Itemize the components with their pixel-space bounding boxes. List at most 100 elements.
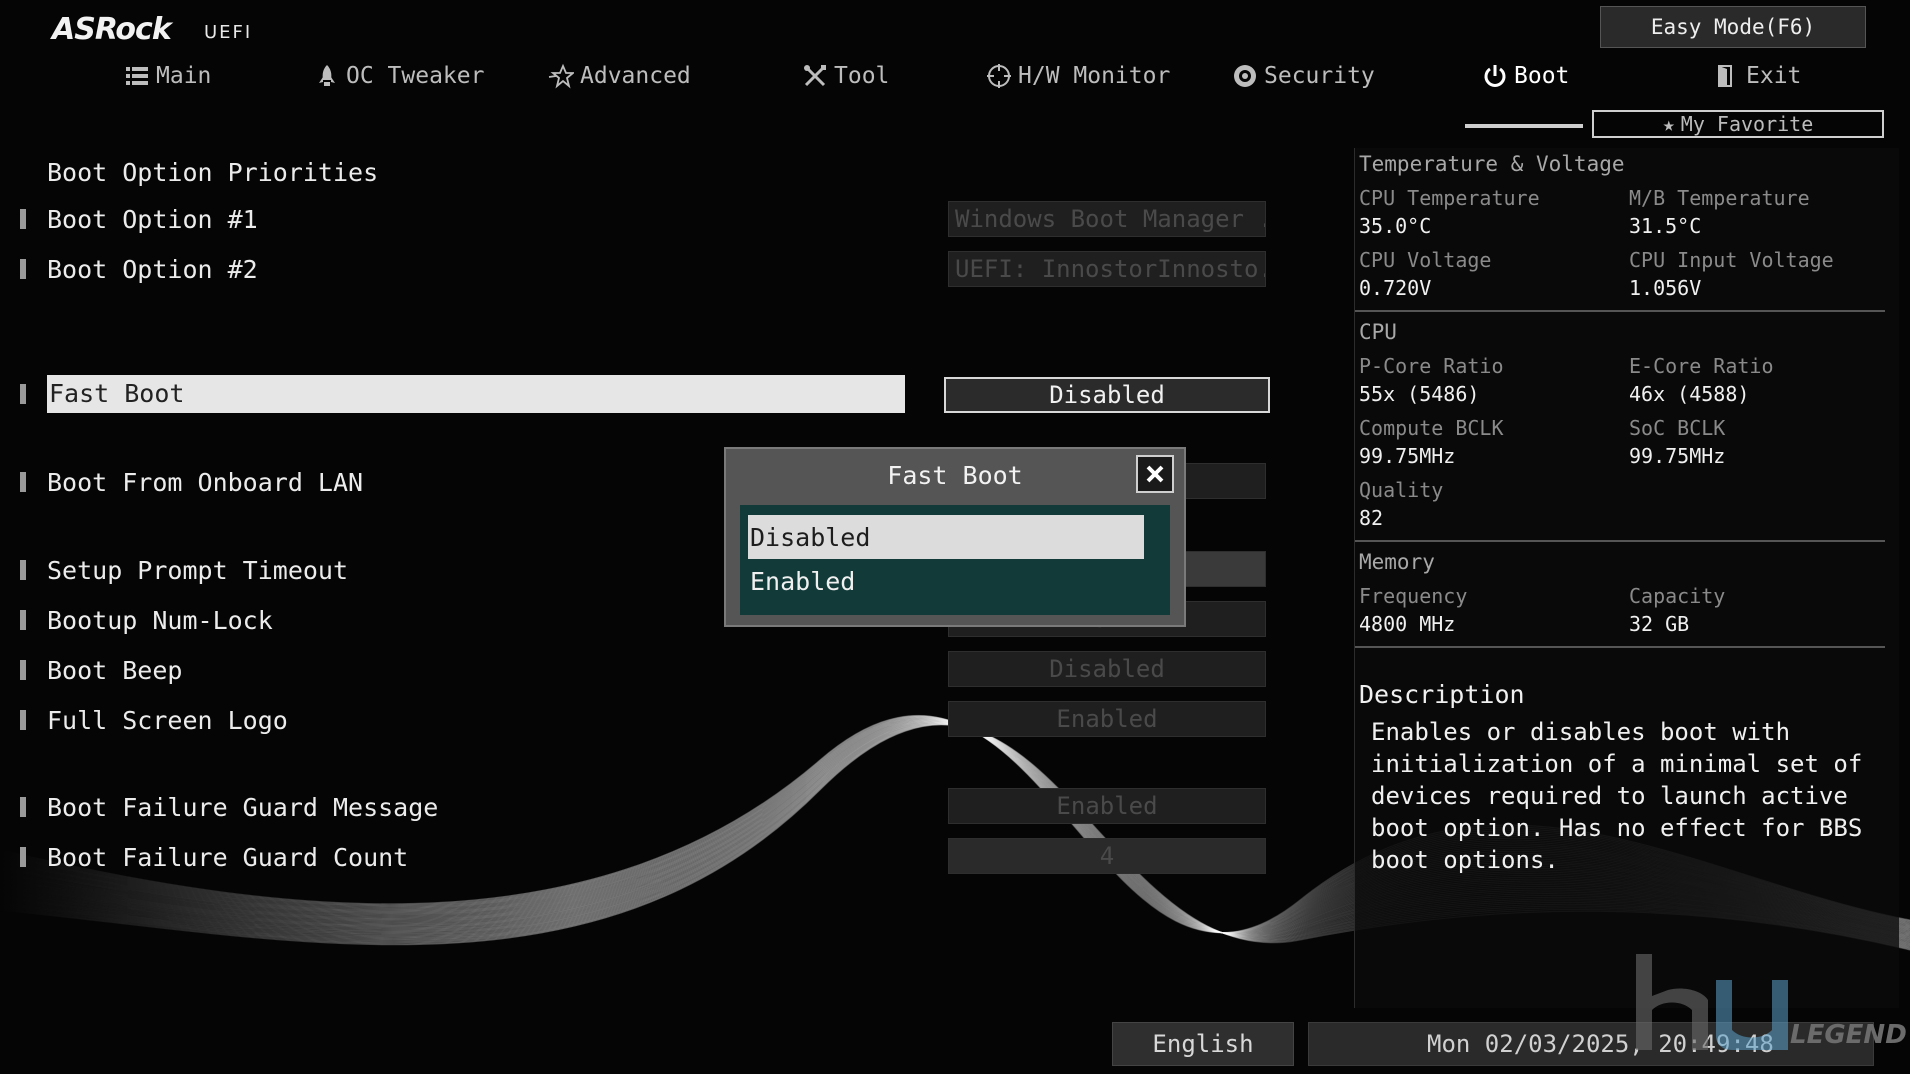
bullet-icon: [20, 797, 26, 817]
value-boot-option-1[interactable]: Windows Boot Manager ...: [948, 201, 1266, 237]
setting-fast-boot[interactable]: Fast Boot: [20, 375, 905, 413]
bullet-icon: [20, 384, 26, 404]
cpu-voltage-value: 0.720V: [1359, 276, 1432, 300]
crosshair-icon: [987, 64, 1011, 88]
star-icon: [548, 63, 574, 89]
tab-advanced-label: Advanced: [580, 63, 691, 89]
soc-bclk-value: 99.75MHz: [1629, 444, 1726, 468]
tab-security-label: Security: [1264, 63, 1375, 89]
shield-icon: [1234, 65, 1256, 87]
setting-label: Bootup Num-Lock: [47, 605, 273, 635]
setting-boot-beep[interactable]: Boot Beep: [20, 651, 182, 689]
tab-oc-tweaker[interactable]: OC Tweaker: [314, 56, 484, 96]
tab-advanced[interactable]: Advanced: [548, 56, 691, 96]
option-list: Disabled Enabled: [740, 505, 1170, 615]
quality-label: Quality: [1359, 478, 1444, 502]
compute-bclk-label: Compute BCLK: [1359, 416, 1504, 440]
tab-tool-label: Tool: [834, 63, 890, 89]
value-boot-failure-guard-count[interactable]: 4: [948, 838, 1266, 874]
value-fast-boot[interactable]: Disabled: [944, 377, 1270, 413]
cpu-temp-label: CPU Temperature: [1359, 186, 1540, 210]
cpu-title: CPU: [1359, 320, 1397, 344]
asrock-logo: ASRock: [52, 12, 172, 47]
tab-exit-label: Exit: [1746, 63, 1802, 89]
temp-voltage-title: Temperature & Voltage: [1359, 152, 1625, 176]
dialog-title: Fast Boot: [887, 461, 1023, 490]
tab-tool[interactable]: Tool: [802, 56, 889, 96]
rocket-icon: [319, 65, 335, 86]
tab-hw-monitor[interactable]: H/W Monitor: [986, 56, 1170, 96]
watermark-logo: LEGEND: [1632, 950, 1907, 1060]
value-boot-beep[interactable]: Disabled: [948, 651, 1266, 687]
easy-mode-button[interactable]: Easy Mode(F6): [1600, 6, 1866, 48]
setting-label: Boot Failure Guard Message: [47, 792, 439, 822]
memory-frequency-value: 4800 MHz: [1359, 612, 1456, 636]
setting-full-screen-logo[interactable]: Full Screen Logo: [20, 701, 288, 739]
section-title: Boot Option Priorities: [47, 158, 379, 187]
exit-icon: [1718, 65, 1732, 87]
close-icon: [1146, 465, 1164, 483]
tab-oc-tweaker-label: OC Tweaker: [346, 63, 485, 89]
cpu-input-voltage-value: 1.056V: [1629, 276, 1702, 300]
setting-boot-failure-guard-count[interactable]: Boot Failure Guard Count: [20, 838, 408, 876]
bullet-icon: [20, 710, 26, 730]
tab-exit[interactable]: Exit: [1714, 56, 1801, 96]
my-favorite-button[interactable]: ★ My Favorite: [1592, 110, 1884, 138]
setting-label: Full Screen Logo: [47, 705, 288, 735]
setting-boot-option-2[interactable]: Boot Option #2: [20, 250, 258, 288]
memory-title: Memory: [1359, 550, 1435, 574]
cpu-voltage-label: CPU Voltage: [1359, 248, 1492, 272]
setting-bootup-num-lock[interactable]: Bootup Num-Lock: [20, 601, 273, 639]
star-icon: ★: [1662, 112, 1675, 136]
bullet-icon: [20, 209, 26, 229]
setting-label: Boot Option #1: [47, 204, 258, 234]
tab-boot-label: Boot: [1514, 63, 1570, 89]
bullet-icon: [20, 610, 26, 630]
value-boot-failure-guard-message[interactable]: Enabled: [948, 788, 1266, 824]
setting-label: Boot Option #2: [47, 254, 258, 284]
setting-boot-from-onboard-lan[interactable]: Boot From Onboard LAN: [20, 463, 363, 501]
tab-boot[interactable]: Boot: [1482, 56, 1569, 96]
option-enabled[interactable]: Enabled: [748, 559, 1144, 603]
pcore-ratio-value: 55x (5486): [1359, 382, 1480, 406]
language-button[interactable]: English: [1112, 1022, 1294, 1066]
uefi-label: UEFI: [204, 22, 253, 43]
close-button[interactable]: [1136, 455, 1174, 493]
bullet-icon: [20, 660, 26, 680]
divider: [1355, 310, 1885, 312]
ecore-ratio-value: 46x (4588): [1629, 382, 1750, 406]
soc-bclk-label: SoC BCLK: [1629, 416, 1726, 440]
description-text: Enables or disables boot with initializa…: [1371, 718, 1863, 874]
tab-main[interactable]: Main: [124, 56, 211, 96]
power-icon: [1484, 65, 1506, 87]
hardware-monitor-panel: Temperature & Voltage CPU Temperature 35…: [1354, 148, 1899, 1008]
memory-capacity-value: 32 GB: [1629, 612, 1690, 636]
setting-label: Fast Boot: [47, 375, 905, 413]
fast-boot-dialog: Fast Boot Disabled Enabled: [724, 447, 1186, 627]
memory-capacity-label: Capacity: [1629, 584, 1726, 608]
setting-label: Setup Prompt Timeout: [47, 555, 349, 585]
setting-boot-option-1[interactable]: Boot Option #1: [20, 200, 258, 238]
value-boot-option-2[interactable]: UEFI: InnostorInnosto...: [948, 251, 1266, 287]
tools-icon: [804, 65, 826, 87]
mb-temp-label: M/B Temperature: [1629, 186, 1810, 210]
bullet-icon: [20, 259, 26, 279]
my-favorite-label: My Favorite: [1680, 112, 1814, 136]
tab-main-label: Main: [156, 63, 212, 89]
bullet-icon: [20, 560, 26, 580]
setting-boot-failure-guard-message[interactable]: Boot Failure Guard Message: [20, 788, 438, 826]
divider: [1355, 540, 1885, 542]
divider: [1355, 646, 1885, 648]
mb-temp-value: 31.5°C: [1629, 214, 1702, 238]
value-full-screen-logo[interactable]: Enabled: [948, 701, 1266, 737]
tab-security[interactable]: Security: [1232, 56, 1375, 96]
active-tab-indicator: [1465, 124, 1583, 128]
option-disabled[interactable]: Disabled: [748, 515, 1144, 559]
compute-bclk-value: 99.75MHz: [1359, 444, 1456, 468]
setting-label: Boot Failure Guard Count: [47, 842, 409, 872]
quality-value: 82: [1359, 506, 1384, 530]
tab-hw-monitor-label: H/W Monitor: [1018, 63, 1171, 89]
cpu-temp-value: 35.0°C: [1359, 214, 1432, 238]
setting-setup-prompt-timeout[interactable]: Setup Prompt Timeout: [20, 551, 348, 589]
setting-label: Boot Beep: [47, 655, 183, 685]
